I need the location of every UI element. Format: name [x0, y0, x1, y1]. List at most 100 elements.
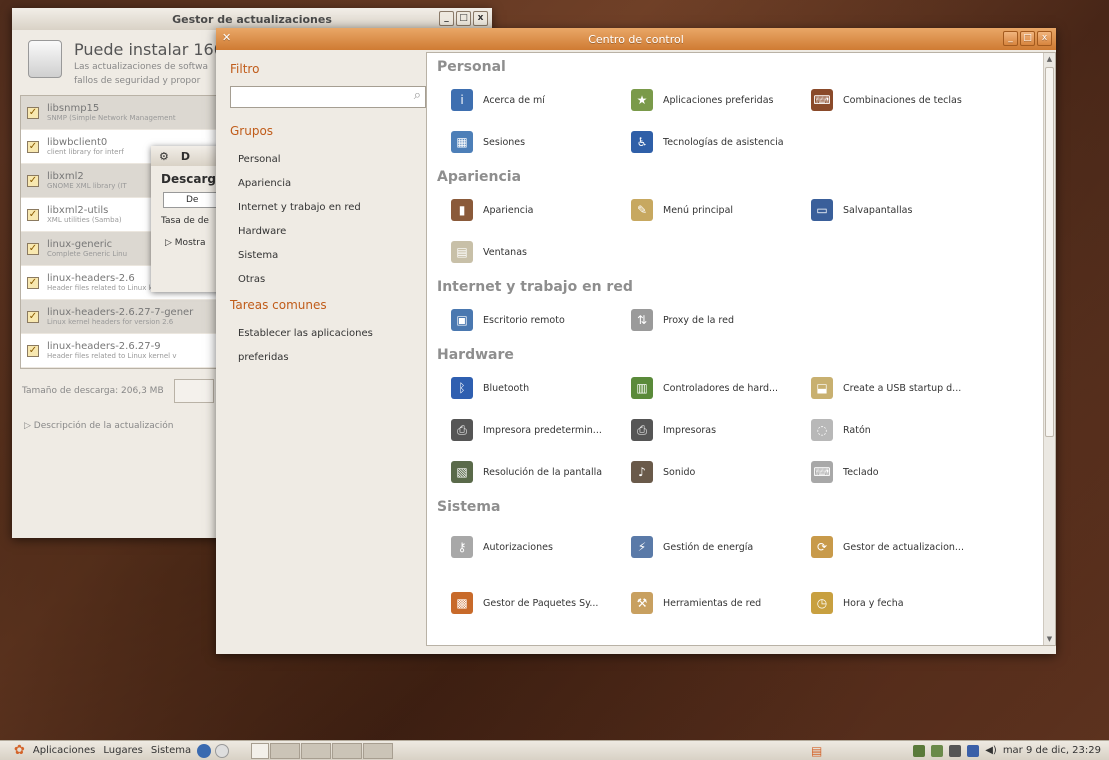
control-item-accessibility[interactable]: ♿ Tecnologías de asistencia [617, 121, 797, 163]
bluetooth-tray-icon[interactable] [967, 744, 980, 757]
group-item-hardware[interactable]: Hardware [230, 220, 426, 244]
package-text: linux-headers-2.6.27-7-gener Linux kernel… [47, 307, 193, 326]
package-checkbox[interactable]: ✓ [27, 276, 39, 289]
time-date-icon: ◷ [811, 592, 833, 614]
network-tray-icon[interactable] [913, 744, 926, 757]
volume-icon[interactable]: ◀) [985, 745, 997, 756]
taskbar-button[interactable] [332, 742, 363, 759]
control-item-authorizations[interactable]: ⚷ Autorizaciones [437, 519, 617, 575]
control-item-main-menu[interactable]: ✎ Menú principal [617, 189, 797, 231]
update-package-row[interactable]: ✓ libsnmp15 SNMP (Simple Network Managemen… [21, 96, 239, 130]
control-item-windows[interactable]: ▤ Ventanas [437, 231, 617, 273]
group-item-internet-y-trabajo-en-red[interactable]: Internet y trabajo en red [230, 196, 426, 220]
minimize-button[interactable]: _ [1003, 31, 1018, 46]
category-4: Sistema ⚷ Autorizaciones ⚡ Gestión de energí… [437, 495, 1055, 631]
filter-field[interactable]: ⌕ [230, 86, 426, 108]
group-item-sistema[interactable]: Sistema [230, 244, 426, 268]
close-button[interactable]: x [1037, 31, 1052, 46]
show-details-label: Mostra [174, 238, 206, 248]
update-manager-titlebar[interactable]: Gestor de actualizaciones _ □ x [12, 8, 492, 30]
category-heading: Apariencia [437, 169, 522, 185]
control-item-mouse[interactable]: ◌ Ratón [797, 409, 977, 451]
control-item-label: Tecnologías de asistencia [663, 136, 784, 148]
menu-places[interactable]: Lugares [103, 745, 142, 756]
control-item-label: Salvapantallas [843, 204, 913, 216]
package-checkbox[interactable]: ✓ [27, 174, 39, 187]
control-item-label: Impresoras [663, 424, 717, 436]
close-button[interactable]: x [473, 11, 488, 26]
control-item-default-printer[interactable]: ⎙ Impresora predetermin... [437, 409, 617, 451]
control-item-sessions[interactable]: ▦ Sesiones [437, 121, 617, 163]
control-item-time-date[interactable]: ◷ Hora y fecha [797, 575, 977, 631]
synaptic-icon: ▩ [451, 592, 473, 614]
update-package-row[interactable]: ✓ linux-headers-2.6.27-7-gener Linux kerne… [21, 300, 239, 334]
package-checkbox[interactable]: ✓ [27, 140, 39, 153]
vertical-scrollbar[interactable]: ▲ ▼ [1043, 53, 1055, 645]
task-set-preferred-apps[interactable]: Establecer las aplicaciones preferidas [230, 322, 426, 363]
control-item-label: Create a USB startup d... [843, 382, 962, 394]
maximize-button[interactable]: □ [1020, 31, 1035, 46]
groups-heading: Grupos [230, 124, 274, 138]
control-item-synaptic[interactable]: ▩ Gestor de Paquetes Sy... [437, 575, 617, 631]
update-manager-title: Gestor de actualizaciones [172, 12, 332, 26]
update-package-row[interactable]: ✓ linux-headers-2.6.27-9 Header files rela… [21, 334, 239, 368]
control-item-screensaver[interactable]: ▭ Salvapantallas [797, 189, 977, 231]
control-item-sound[interactable]: ♪ Sonido [617, 451, 797, 493]
help-launcher-icon[interactable] [215, 743, 230, 758]
network-tools-icon: ⚒ [631, 592, 653, 614]
control-item-remote-desktop[interactable]: ▣ Escritorio remoto [437, 299, 617, 341]
category-0: Personal i Acerca de mí ★ Aplicaciones prefe… [437, 55, 1055, 163]
group-item-otras[interactable]: Otras [230, 268, 426, 292]
minimize-button[interactable]: _ [439, 11, 454, 26]
package-checkbox[interactable]: ✓ [27, 242, 39, 255]
package-text: libxml2-utils XML utilities (Samba) [47, 205, 122, 224]
package-checkbox[interactable]: ✓ [27, 310, 39, 323]
control-item-user-info[interactable]: i Acerca de mí [437, 79, 617, 121]
group-item-apariencia[interactable]: Apariencia [230, 172, 426, 196]
keyboard-icon: ⌨ [811, 461, 833, 483]
check-button[interactable] [173, 379, 214, 403]
scrollbar-thumb[interactable] [1045, 67, 1054, 437]
control-item-preferred-apps[interactable]: ★ Aplicaciones preferidas [617, 79, 797, 121]
package-checkbox[interactable]: ✓ [27, 106, 39, 119]
maximize-button[interactable]: □ [456, 11, 471, 26]
control-item-label: Gestor de Paquetes Sy... [483, 597, 599, 609]
control-item-label: Impresora predetermin... [483, 424, 602, 436]
window-menu-icon[interactable]: ✕ [222, 32, 234, 44]
applet-tray-icon[interactable] [931, 744, 944, 757]
battery-tray-icon[interactable] [949, 744, 962, 757]
control-item-usb-startup[interactable]: ⬓ Create a USB startup d... [797, 367, 977, 409]
control-item-power-management[interactable]: ⚡ Gestión de energía [617, 519, 797, 575]
scroll-up-icon[interactable]: ▲ [1044, 53, 1055, 65]
control-item-network-proxy[interactable]: ⇅ Proxy de la red [617, 299, 797, 341]
control-item-printers[interactable]: ⎙ Impresoras [617, 409, 797, 451]
control-item-keyboard[interactable]: ⌨ Teclado [797, 451, 977, 493]
control-center-titlebar[interactable]: ✕ Centro de control _ □ x [216, 28, 1056, 50]
control-item-bluetooth[interactable]: ᛒ Bluetooth [437, 367, 617, 409]
show-desktop-button[interactable] [251, 742, 270, 759]
browser-launcher-icon[interactable] [197, 743, 212, 758]
package-description: client library for interf [47, 148, 124, 156]
control-item-appearance[interactable]: ▮ Apariencia [437, 189, 617, 231]
update-notifier-icon[interactable]: ▤ [811, 744, 822, 758]
clock[interactable]: mar 9 de dic, 23:29 [1003, 745, 1101, 756]
scroll-down-icon[interactable]: ▼ [1044, 633, 1055, 645]
filter-input[interactable] [231, 87, 401, 107]
control-item-network-tools[interactable]: ⚒ Herramientas de red [617, 575, 797, 631]
package-checkbox[interactable]: ✓ [27, 344, 39, 357]
usb-startup-icon: ⬓ [811, 377, 833, 399]
search-icon[interactable]: ⌕ [414, 88, 421, 103]
download-dialog-title: D [180, 149, 191, 163]
authorizations-icon: ⚷ [451, 536, 473, 558]
taskbar-button[interactable] [270, 742, 301, 759]
control-item-screen-resolution[interactable]: ▧ Resolución de la pantalla [437, 451, 617, 493]
taskbar-button[interactable] [301, 742, 332, 759]
menu-system[interactable]: Sistema [151, 745, 191, 756]
group-item-personal[interactable]: Personal [230, 148, 426, 172]
package-checkbox[interactable]: ✓ [27, 208, 39, 221]
control-item-update-manager[interactable]: ⟳ Gestor de actualizacion... [797, 519, 977, 575]
control-item-keyboard-shortcuts[interactable]: ⌨ Combinaciones de teclas [797, 79, 977, 121]
control-item-hardware-drivers[interactable]: ▥ Controladores de hard... [617, 367, 797, 409]
menu-applications[interactable]: Aplicaciones [33, 745, 95, 756]
taskbar-button[interactable] [363, 742, 394, 759]
